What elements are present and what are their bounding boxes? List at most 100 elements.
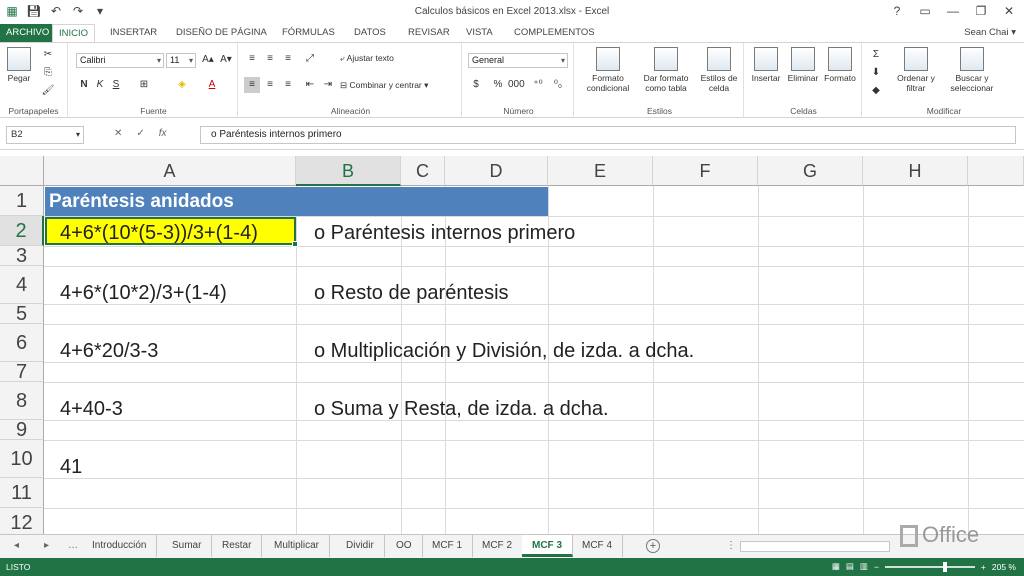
sheet-tab[interactable]: Sumar: [162, 535, 213, 557]
next-sheet-icon[interactable]: ▸: [44, 540, 49, 551]
name-box[interactable]: B2 ▾: [6, 126, 84, 144]
row-header-4[interactable]: 4: [0, 266, 44, 304]
cell-a10[interactable]: 41: [60, 456, 82, 479]
tab-complementos[interactable]: COMPLEMENTOS: [508, 24, 601, 42]
column-header-g[interactable]: G: [758, 156, 863, 186]
formula-input[interactable]: o Paréntesis internos primero: [200, 126, 1016, 144]
align-center-icon[interactable]: ≡: [262, 77, 278, 93]
fill-color-icon[interactable]: ◈: [174, 77, 190, 93]
cell-b8[interactable]: o Suma y Resta, de izda. a dcha.: [314, 398, 609, 421]
zoom-slider[interactable]: [884, 561, 975, 572]
align-bottom-icon[interactable]: ≡: [280, 51, 296, 67]
format-as-table-button[interactable]: Dar formato como tabla: [638, 47, 694, 93]
find-select-button[interactable]: Buscar y seleccionar: [944, 47, 1000, 93]
italic-button[interactable]: K: [92, 77, 108, 93]
row-header-9[interactable]: 9: [0, 420, 44, 440]
decrease-decimal-icon[interactable]: ⁰₀: [550, 77, 566, 93]
align-right-icon[interactable]: ≡: [280, 77, 296, 93]
align-left-icon[interactable]: ≡: [244, 77, 260, 93]
sheet-tab[interactable]: Introducción: [82, 535, 158, 557]
cell-b2[interactable]: o Paréntesis internos primero: [314, 222, 575, 245]
user-account[interactable]: Sean Chai ▾: [964, 27, 1016, 38]
sheet-tab-active[interactable]: MCF 3: [522, 535, 573, 557]
sheet-tab[interactable]: Multiplicar: [264, 535, 331, 557]
column-header-i[interactable]: [968, 156, 1024, 186]
enter-icon[interactable]: ✓: [136, 128, 144, 139]
cell-a8[interactable]: 4+40-3: [60, 398, 123, 421]
worksheet-grid[interactable]: A B C D E F G H 1 2 3 4 5 6 7 8 9 10 11 …: [0, 156, 1024, 534]
tab-inicio[interactable]: INICIO: [52, 24, 96, 42]
sort-filter-button[interactable]: Ordenar y filtrar: [894, 47, 938, 93]
row-header-11[interactable]: 11: [0, 478, 44, 508]
fill-handle[interactable]: [292, 241, 298, 247]
row-header-1[interactable]: 1: [0, 186, 44, 216]
zoom-level[interactable]: 205 %: [992, 562, 1016, 572]
orientation-icon[interactable]: ⤢: [302, 51, 318, 67]
zoom-out-icon[interactable]: −: [874, 562, 879, 572]
sheet-tab[interactable]: Dividir: [336, 535, 385, 557]
more-sheets-icon[interactable]: …: [68, 540, 78, 551]
horizontal-scrollbar[interactable]: [740, 541, 890, 552]
cut-icon[interactable]: ✂: [40, 47, 56, 63]
autosum-icon[interactable]: Σ: [868, 47, 884, 63]
row-header-3[interactable]: 3: [0, 246, 44, 266]
tab-archivo[interactable]: ARCHIVO: [0, 24, 56, 42]
cell-b6[interactable]: o Multiplicación y División, de izda. a …: [314, 340, 694, 363]
close-icon[interactable]: ✕: [1000, 2, 1018, 20]
decrease-font-icon[interactable]: A▾: [218, 52, 234, 68]
clear-icon[interactable]: ◆: [868, 83, 884, 99]
wrap-text-button[interactable]: ⤶ Ajustar texto: [340, 53, 394, 64]
normal-view-icon[interactable]: ▦: [832, 561, 840, 572]
increase-indent-icon[interactable]: ⇥: [320, 77, 336, 93]
tab-vista[interactable]: VISTA: [460, 24, 499, 42]
fill-icon[interactable]: ⬇: [868, 65, 884, 81]
zoom-knob[interactable]: [942, 561, 947, 572]
cell-b4[interactable]: o Resto de paréntesis: [314, 282, 509, 305]
sheet-tab[interactable]: MCF 4: [572, 535, 623, 557]
number-format-combo[interactable]: General ▾: [468, 53, 568, 68]
underline-button[interactable]: S: [108, 77, 124, 93]
row-header-10[interactable]: 10: [0, 440, 44, 478]
tab-formulas[interactable]: FÓRMULAS: [276, 24, 341, 42]
insert-cells-button[interactable]: Insertar: [748, 47, 784, 83]
delete-cells-button[interactable]: Eliminar: [784, 47, 822, 83]
row-header-7[interactable]: 7: [0, 362, 44, 382]
column-header-h[interactable]: H: [863, 156, 968, 186]
increase-font-icon[interactable]: A▴: [200, 52, 216, 68]
cancel-icon[interactable]: ✕: [114, 128, 122, 139]
sheet-tab[interactable]: Restar: [212, 535, 263, 557]
more-options-icon[interactable]: ⋮: [726, 540, 736, 551]
comma-style-icon[interactable]: 000: [508, 77, 525, 93]
column-header-e[interactable]: E: [548, 156, 653, 186]
page-layout-icon[interactable]: ▤: [846, 561, 854, 572]
sheet-tab[interactable]: OO: [386, 535, 423, 557]
tab-diseno-pagina[interactable]: DISEÑO DE PÁGINA: [170, 24, 273, 42]
font-color-icon[interactable]: A: [204, 77, 220, 93]
copy-icon[interactable]: ⎘: [40, 65, 56, 81]
help-icon[interactable]: ?: [888, 2, 906, 20]
row-header-8[interactable]: 8: [0, 382, 44, 420]
format-cells-button[interactable]: Formato: [822, 47, 858, 83]
cell-a1[interactable]: Paréntesis anidados: [45, 187, 548, 216]
cell-a6[interactable]: 4+6*20/3-3: [60, 340, 158, 363]
cell-styles-button[interactable]: Estilos de celda: [696, 47, 742, 93]
zoom-in-icon[interactable]: +: [981, 562, 986, 572]
column-header-d[interactable]: D: [445, 156, 548, 186]
sheet-tab[interactable]: MCF 1: [422, 535, 473, 557]
column-header-a[interactable]: A: [44, 156, 296, 186]
percent-icon[interactable]: %: [490, 77, 506, 93]
page-break-icon[interactable]: ▥: [860, 561, 868, 572]
align-middle-icon[interactable]: ≡: [262, 51, 278, 67]
cell-a2[interactable]: 4+6*(10*(5-3))/3+(1-4): [60, 222, 258, 245]
decrease-indent-icon[interactable]: ⇤: [302, 77, 318, 93]
insert-function-icon[interactable]: fx: [159, 128, 167, 139]
minimize-icon[interactable]: —: [944, 2, 962, 20]
column-header-f[interactable]: F: [653, 156, 758, 186]
row-header-12[interactable]: 12: [0, 508, 44, 534]
ribbon-display-icon[interactable]: ▭: [916, 2, 934, 20]
format-painter-icon[interactable]: 🖌︎: [40, 83, 56, 99]
column-header-c[interactable]: C: [401, 156, 445, 186]
prev-sheet-icon[interactable]: ◂: [14, 540, 19, 551]
add-sheet-icon[interactable]: +: [646, 539, 660, 553]
bold-button[interactable]: N: [76, 77, 92, 93]
